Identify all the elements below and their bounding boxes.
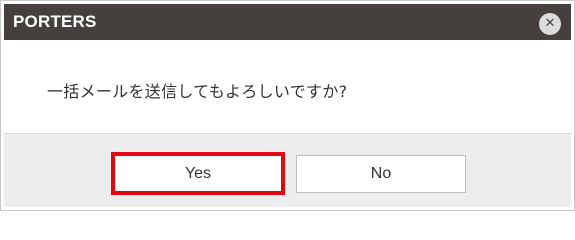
confirm-dialog: PORTERS ✕ 一括メールを送信してもよろしいですか? Yes No [0,0,575,211]
dialog-title: PORTERS [13,12,97,31]
dialog-body: 一括メールを送信してもよろしいですか? [1,41,574,133]
yes-button[interactable]: Yes [111,152,285,195]
dialog-titlebar: PORTERS ✕ [4,4,571,40]
no-button[interactable]: No [296,155,466,193]
close-icon[interactable]: ✕ [539,12,561,35]
dialog-message: 一括メールを送信してもよろしいですか? [47,82,348,101]
dialog-footer: Yes No [4,133,571,207]
